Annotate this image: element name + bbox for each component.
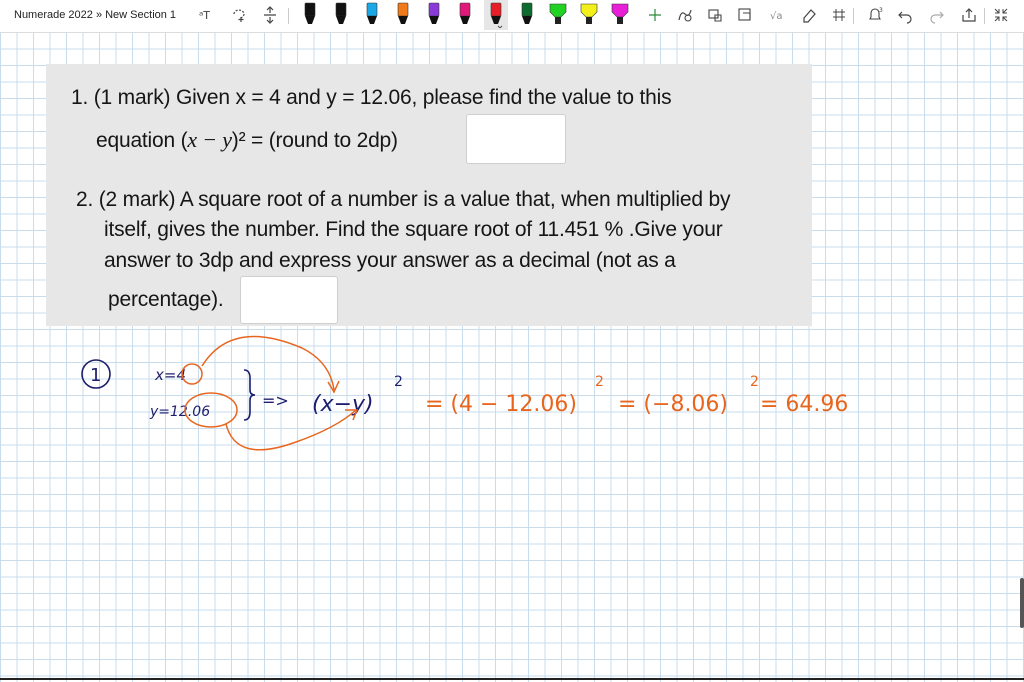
math-icon[interactable]: √a: [766, 4, 788, 26]
share-icon[interactable]: [958, 4, 980, 26]
hw-expression: (x−y): [312, 392, 374, 417]
pen-black-icon[interactable]: [329, 0, 353, 30]
toolbar-divider: [288, 8, 289, 24]
ruler-icon[interactable]: [828, 4, 850, 26]
hw-exponent: 2: [394, 374, 403, 390]
pen-purple-icon[interactable]: [422, 0, 446, 30]
pen-darkgreen-icon[interactable]: [515, 0, 539, 30]
eraser-icon[interactable]: [798, 4, 820, 26]
hw-y-definition: y=12.06: [149, 404, 210, 420]
highlighter-green-icon[interactable]: [546, 0, 570, 30]
lasso-select-icon[interactable]: [228, 4, 250, 26]
ink-to-math-icon[interactable]: [734, 4, 756, 26]
redo-icon[interactable]: [926, 4, 948, 26]
ink-to-text-icon[interactable]: [704, 4, 726, 26]
pen-red-icon[interactable]: [484, 0, 508, 30]
pen-pink-icon[interactable]: [453, 0, 477, 30]
svg-text:√a: √a: [770, 11, 783, 22]
pen-blue-icon[interactable]: [360, 0, 384, 30]
collapse-ribbon-icon[interactable]: [990, 4, 1012, 26]
pen-orange-icon[interactable]: [391, 0, 415, 30]
highlighter-yellow-icon[interactable]: [577, 0, 601, 30]
svg-text:ᵃT: ᵃT: [199, 9, 210, 22]
ink-to-shape-icon[interactable]: [674, 4, 696, 26]
onenote-window: Numerade 2022 » New Section 1 ᵃT √a 3 1.…: [0, 0, 1024, 682]
page-bottom-border: [0, 678, 1024, 680]
drawing-toolbar: Numerade 2022 » New Section 1 ᵃT √a 3: [0, 0, 1024, 33]
hw-result: = 64.96: [760, 392, 848, 417]
hw-implies: =>: [262, 391, 289, 410]
add-pen-icon[interactable]: [644, 4, 666, 26]
hw-x-definition: x=4: [154, 366, 186, 384]
handwritten-solution: 1 x=4 y=12.06 => (x−y) 2 = (4 − 12.06) 2…: [81, 335, 848, 451]
text-select-icon[interactable]: ᵃT: [196, 4, 218, 26]
hw-step2-exponent: 2: [750, 374, 759, 390]
undo-icon[interactable]: [894, 4, 916, 26]
toolbar-divider: [853, 8, 854, 24]
highlighter-magenta-icon[interactable]: [608, 0, 632, 30]
hw-step1-exponent: 2: [595, 374, 604, 390]
add-space-icon[interactable]: [259, 4, 281, 26]
hw-step-substituted: = (4 − 12.06): [425, 392, 577, 417]
substitution-arrow-x: [201, 335, 335, 391]
hw-brace: [243, 369, 256, 421]
svg-text:3: 3: [879, 7, 883, 14]
hw-question-number: 1: [90, 365, 101, 386]
vertical-scrollbar[interactable]: [1020, 578, 1024, 628]
replay-icon[interactable]: 3: [864, 4, 886, 26]
hw-step-difference: = (−8.06): [618, 392, 728, 417]
toolbar-divider: [984, 8, 985, 24]
pen-black-icon[interactable]: [298, 0, 322, 30]
breadcrumb[interactable]: Numerade 2022 » New Section 1: [14, 9, 176, 21]
